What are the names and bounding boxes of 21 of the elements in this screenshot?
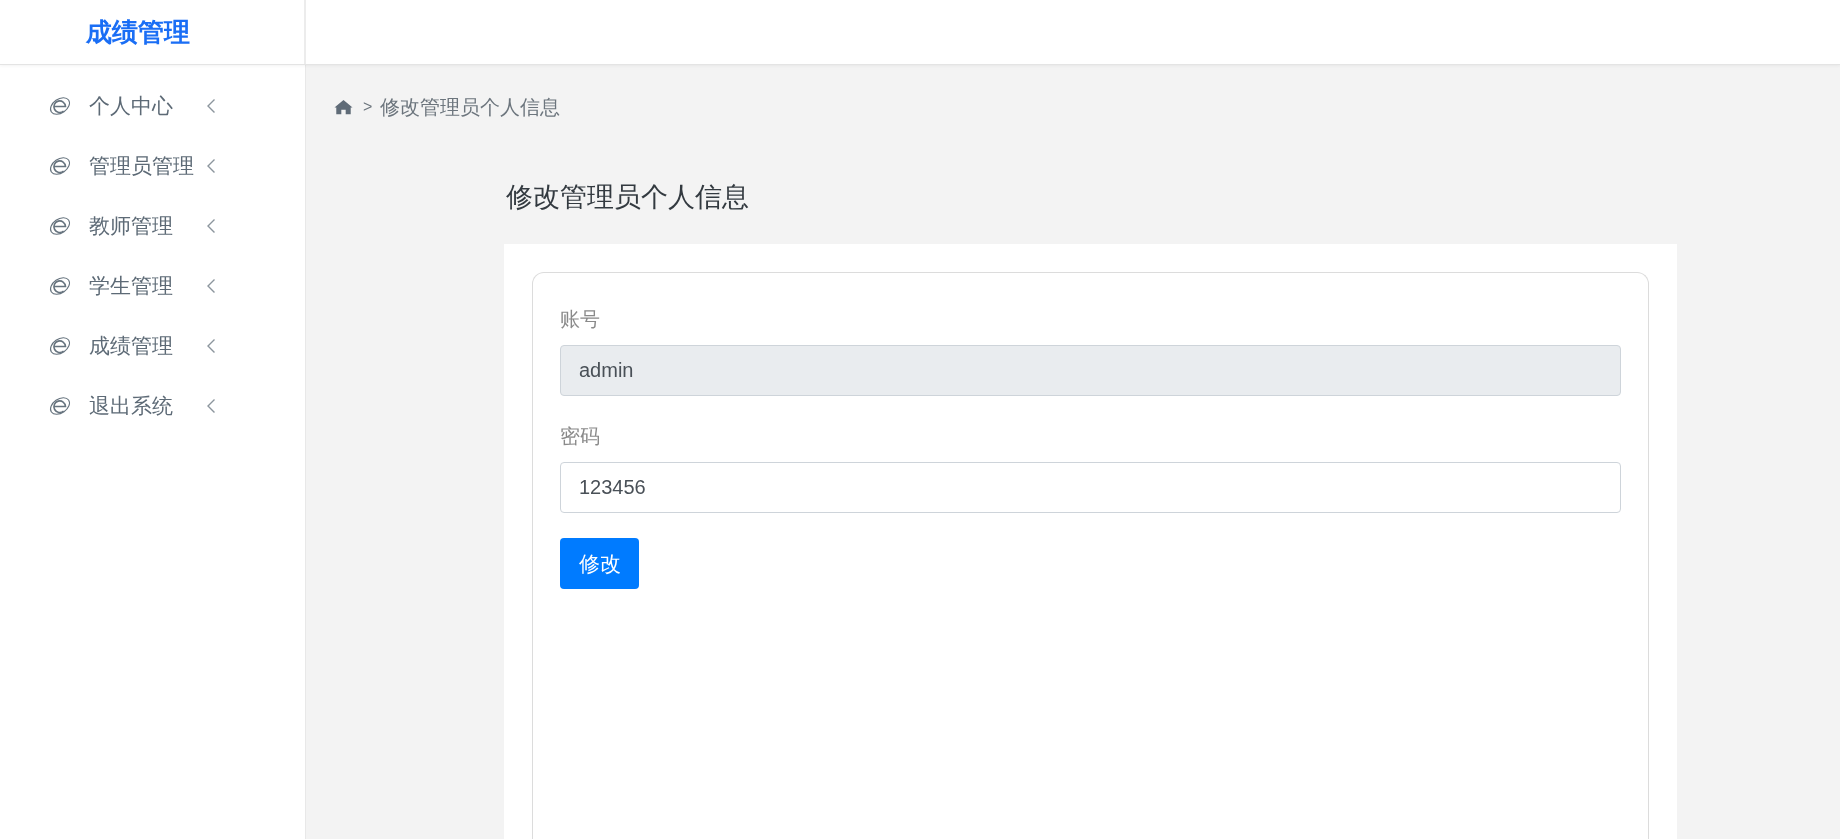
- sidebar-item[interactable]: 教师管理: [48, 196, 216, 256]
- swirl-icon: [48, 94, 72, 118]
- sidebar-item[interactable]: 管理员管理: [48, 136, 216, 196]
- input-field[interactable]: 123456: [560, 462, 1621, 513]
- submit-button[interactable]: 修改: [560, 538, 639, 589]
- sidebar-item[interactable]: 退出系统: [48, 376, 216, 436]
- swirl-icon: [48, 274, 72, 298]
- swirl-icon: [48, 334, 72, 358]
- page-title: 修改管理员个人信息: [506, 181, 750, 214]
- sidebar-item[interactable]: 个人中心: [48, 76, 216, 136]
- field-label: 密码: [560, 424, 600, 449]
- breadcrumb-current: 修改管理员个人信息: [380, 95, 561, 120]
- swirl-icon: [48, 394, 72, 418]
- home-icon[interactable]: [334, 99, 353, 115]
- sidebar-item[interactable]: 成绩管理: [48, 316, 216, 376]
- breadcrumb-separator: >: [363, 98, 373, 116]
- sidebar-item[interactable]: 学生管理: [48, 256, 216, 316]
- field-label: 账号: [560, 307, 600, 332]
- app-logo[interactable]: 成绩管理: [86, 15, 190, 49]
- swirl-icon: [48, 154, 72, 178]
- swirl-icon: [48, 214, 72, 238]
